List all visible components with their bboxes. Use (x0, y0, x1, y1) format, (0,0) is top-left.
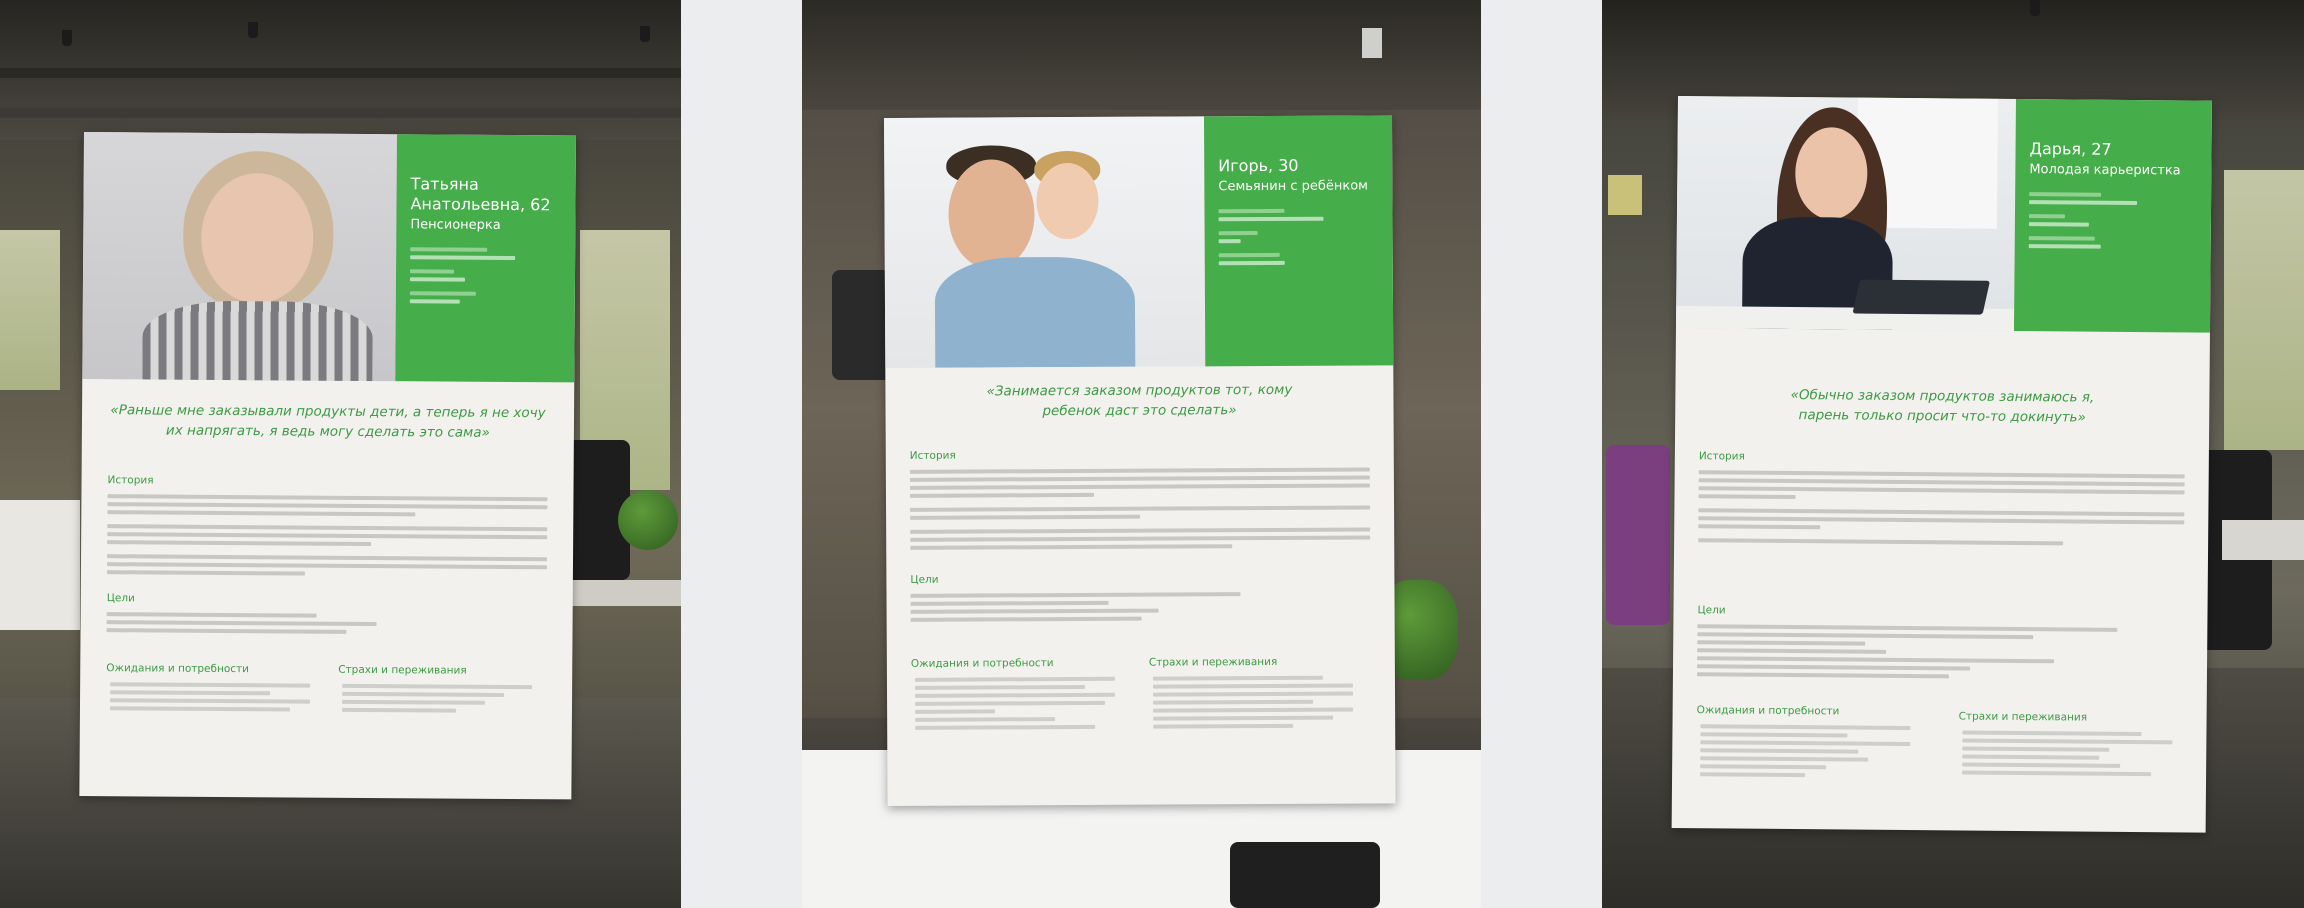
history-title: История (107, 474, 154, 487)
divider (1481, 0, 1602, 908)
expectations-list (1700, 724, 1911, 782)
persona-details (409, 247, 520, 304)
fears-list (341, 683, 533, 717)
persona-portrait (1675, 96, 2016, 331)
history-text (909, 467, 1371, 553)
shirt (934, 256, 1136, 368)
fears-title: Страхи и переживания (1148, 655, 1278, 669)
persona-details (1218, 208, 1328, 266)
history-text (1698, 470, 2185, 550)
persona-quote: «Обычно заказом продуктов занимаюсь я, п… (1790, 386, 2095, 426)
expectations-list (109, 682, 311, 715)
ceiling-lamp (62, 30, 72, 46)
persona-role: Семьянин с ребёнком (1218, 178, 1369, 195)
window (0, 230, 60, 390)
window (2224, 170, 2304, 450)
photo-persona-darya: Дарья, 27 Молодая карьеристка «Обычно за… (1602, 0, 2304, 908)
fears-title: Страхи и переживания (1958, 710, 2088, 724)
persona-poster: Татьяна Анатольевна, 62 Пенсионерка «Ран… (79, 132, 576, 800)
expectations-title: Ожидания и потребности (1696, 704, 1840, 718)
laptop (1852, 279, 1991, 315)
divider (681, 0, 802, 908)
persona-info-panel: Татьяна Анатольевна, 62 Пенсионерка (395, 134, 576, 383)
persona-details (2028, 192, 2149, 249)
goals-text (106, 612, 406, 638)
office-desk (2222, 520, 2304, 560)
face (200, 172, 314, 304)
persona-name: Дарья, 27 (2029, 139, 2112, 159)
child-face (1036, 162, 1099, 240)
poster-header: Дарья, 27 Молодая карьеристка (1675, 96, 2212, 333)
photo-persona-igor: Игорь, 30 Семьянин с ребёнком «Занимаетс… (802, 0, 1481, 908)
ceiling-lamp (248, 22, 258, 38)
wall-note (1608, 175, 1642, 215)
fears-list (1962, 730, 2173, 781)
ceiling-lamp (640, 26, 650, 42)
goals-title: Цели (910, 573, 939, 586)
ceiling-lamp (2030, 0, 2040, 16)
fears-title: Страхи и переживания (338, 663, 467, 677)
persona-role: Молодая карьеристка (2029, 162, 2181, 179)
poster-header: Игорь, 30 Семьянин с ребёнком (884, 115, 1394, 368)
history-title: История (909, 449, 956, 462)
persona-quote: «Раньше мне заказывали продукты дети, а … (110, 402, 546, 441)
persona-portrait (82, 132, 397, 382)
persona-poster: Дарья, 27 Молодая карьеристка «Обычно за… (1671, 96, 2212, 833)
persona-portrait (884, 116, 1206, 368)
history-text (106, 494, 548, 581)
expectations-title: Ожидания и потребности (910, 657, 1054, 670)
persona-info-panel: Дарья, 27 Молодая карьеристка (2013, 98, 2212, 333)
goals-text (910, 592, 1241, 626)
persona-name: Татьяна Анатольевна, 62 (410, 174, 551, 215)
laptop (1230, 842, 1380, 908)
persona-quote: «Занимается заказом продуктов тот, кому … (986, 381, 1293, 420)
goals-title: Цели (106, 592, 135, 605)
history-title: История (1698, 450, 1745, 463)
photo-persona-tatyana: Татьяна Анатольевна, 62 Пенсионерка «Ран… (0, 0, 681, 908)
shirt (142, 300, 373, 382)
purple-chair (1606, 445, 1670, 625)
persona-name: Игорь, 30 (1218, 155, 1299, 176)
office-desk (0, 500, 80, 630)
expectations-title: Ожидания и потребности (106, 662, 250, 676)
ceiling-beam (0, 108, 681, 118)
persona-role: Пенсионерка (410, 217, 501, 233)
fears-list (1152, 675, 1354, 733)
green-beanbag (618, 490, 678, 550)
face (948, 159, 1035, 270)
ceiling-beam (0, 68, 681, 78)
ceiling-lamp (1362, 28, 1382, 58)
poster-header: Татьяна Анатольевна, 62 Пенсионерка (82, 132, 576, 383)
office-desk (560, 580, 681, 606)
persona-poster: Игорь, 30 Семьянин с ребёнком «Занимаетс… (884, 115, 1396, 806)
goals-title: Цели (1697, 604, 1726, 617)
persona-info-panel: Игорь, 30 Семьянин с ребёнком (1203, 115, 1394, 367)
goals-text (1696, 624, 2118, 684)
expectations-list (914, 676, 1116, 734)
